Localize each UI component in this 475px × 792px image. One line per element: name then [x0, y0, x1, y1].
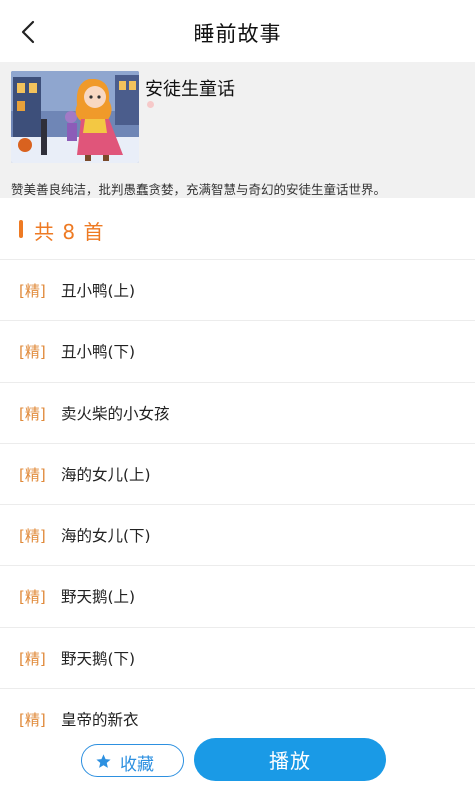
- bottom-action-bar: 收藏 播放: [0, 730, 475, 792]
- story-title: 丑小鸭(下): [61, 343, 136, 362]
- story-title: 卖火柴的小女孩: [61, 404, 170, 423]
- play-button[interactable]: 播放: [194, 738, 386, 781]
- story-count: 共 8 首: [34, 220, 105, 244]
- featured-tag: [精]: [19, 711, 46, 730]
- play-label: 播放: [269, 749, 311, 773]
- story-count-header: 共 8 首: [0, 198, 475, 258]
- story-item[interactable]: [精] 野天鹅(下): [0, 626, 475, 689]
- favorite-button[interactable]: 收藏: [81, 744, 184, 777]
- status-dot: [147, 101, 154, 108]
- story-item[interactable]: [精] 丑小鸭(上): [0, 259, 475, 321]
- album-header: 安徒生童话 赞美善良纯洁，批判愚蠢贪婪，充满智慧与奇幻的安徒生童话世界。: [0, 62, 475, 198]
- page-title: 睡前故事: [193, 22, 282, 46]
- story-item[interactable]: [精] 海的女儿(下): [0, 504, 475, 566]
- featured-tag: [精]: [19, 404, 46, 423]
- featured-tag: [精]: [19, 465, 46, 484]
- section-accent-bar: [19, 220, 23, 238]
- story-item[interactable]: [精] 野天鹅(上): [0, 565, 475, 627]
- album-description: 赞美善良纯洁，批判愚蠢贪婪，充满智慧与奇幻的安徒生童话世界。: [11, 182, 387, 197]
- story-title: 皇帝的新衣: [61, 711, 139, 730]
- album-title: 安徒生童话: [145, 79, 235, 100]
- story-title: 丑小鸭(上): [61, 282, 136, 300]
- story-item[interactable]: [精] 丑小鸭(下): [0, 320, 475, 382]
- star-icon: [96, 754, 111, 768]
- featured-tag: [精]: [19, 343, 46, 362]
- story-title: 野天鹅(上): [61, 588, 136, 607]
- favorite-label: 收藏: [120, 755, 154, 775]
- featured-tag: [精]: [19, 282, 46, 300]
- album-cover-image: [11, 71, 139, 163]
- story-title: 野天鹅(下): [61, 649, 136, 668]
- top-nav-bar: 睡前故事: [0, 0, 475, 62]
- story-item[interactable]: [精] 海的女儿(上): [0, 442, 475, 505]
- featured-tag: [精]: [19, 527, 46, 546]
- story-title: 海的女儿(下): [61, 527, 151, 546]
- featured-tag: [精]: [19, 649, 46, 668]
- story-title: 海的女儿(上): [61, 465, 151, 484]
- story-item[interactable]: [精] 卖火柴的小女孩: [0, 381, 475, 443]
- story-list: [精] 丑小鸭(上) [精] 丑小鸭(下) [精] 卖火柴的小女孩 [精] 海的…: [0, 259, 475, 750]
- featured-tag: [精]: [19, 588, 46, 607]
